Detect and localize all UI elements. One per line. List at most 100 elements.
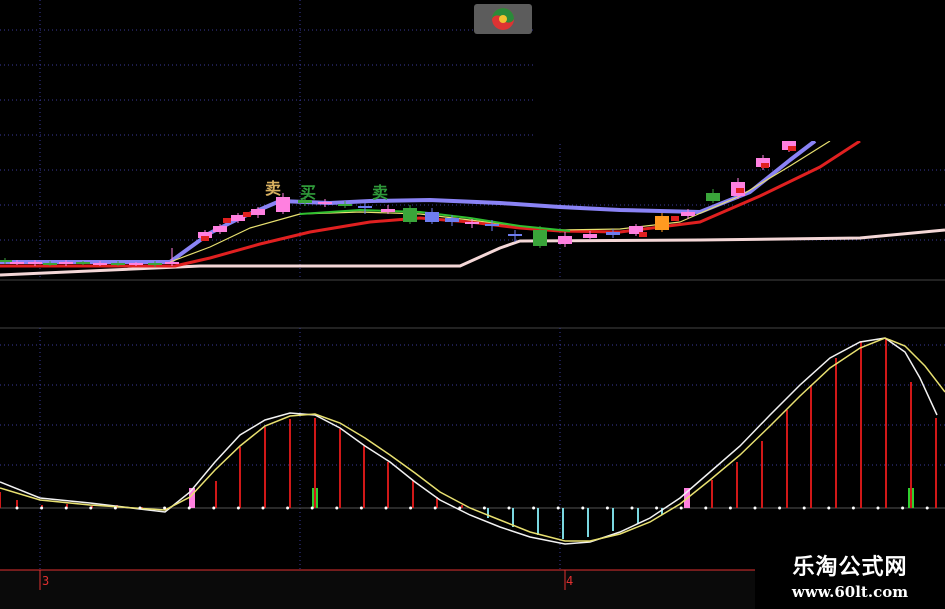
osc-bar: [786, 410, 788, 508]
candle-body: [655, 216, 669, 230]
candle-body: [338, 204, 352, 206]
price-line-red: [0, 139, 861, 268]
osc-zero-dot: [901, 506, 905, 510]
osc-zero-dot: [335, 506, 339, 510]
osc-bar: [537, 508, 539, 535]
price-line-purple: [0, 139, 817, 264]
osc-zero-dot: [89, 506, 93, 510]
signal-mark: [671, 216, 679, 221]
candle-body: [28, 262, 42, 264]
osc-bar: [289, 419, 291, 508]
osc-bar: [264, 427, 266, 508]
osc-bar: [612, 508, 614, 531]
osc-bar: [339, 429, 341, 508]
osc-zero-dot: [64, 506, 68, 510]
candle-body: [508, 234, 522, 236]
candle-body: [93, 263, 107, 265]
candle-body: [358, 206, 372, 208]
candle-body: [681, 212, 695, 216]
osc-zero-dot: [532, 506, 536, 510]
osc-zero-dot: [827, 506, 831, 510]
osc-zero-dot: [704, 506, 708, 510]
watermark-url: www.60lt.com: [791, 583, 909, 601]
osc-zero-dot: [876, 506, 880, 510]
osc-zero-dot: [851, 506, 855, 510]
osc-bar: [363, 446, 365, 508]
candle-body: [558, 236, 572, 244]
price-line-white: [0, 228, 945, 277]
osc-zero-dot: [925, 506, 929, 510]
osc-bar: [935, 418, 937, 508]
osc-zero-dot: [236, 506, 240, 510]
osc-bar: [314, 418, 316, 508]
osc-bar: [736, 462, 738, 508]
osc-zero-dot: [778, 506, 782, 510]
signal-mark: [639, 232, 647, 237]
candle-body: [231, 215, 245, 221]
osc-bar: [387, 462, 389, 508]
osc-zero-dot: [507, 506, 511, 510]
osc-zero-dot: [310, 506, 314, 510]
osc-zero-dot: [605, 506, 609, 510]
osc-bar: [412, 480, 414, 508]
price-signal-label: 卖: [372, 183, 388, 202]
watermark: 乐淘公式网 www.60lt.com: [755, 547, 945, 609]
osc-zero-dot: [113, 506, 117, 510]
osc-zero-dot: [802, 506, 806, 510]
candle-body: [76, 262, 90, 264]
signal-mark: [243, 212, 251, 217]
osc-zero-dot: [433, 506, 437, 510]
logo: [474, 4, 532, 34]
osc-zero-dot: [359, 506, 363, 510]
osc-zero-dot: [15, 506, 19, 510]
masked-area: [534, 0, 945, 141]
osc-bar: [562, 508, 564, 539]
osc-zero-dot: [630, 506, 634, 510]
osc-bar: [860, 341, 862, 508]
candle-body: [583, 234, 597, 238]
axis-mark-3: 3: [42, 574, 50, 588]
osc-zero-dot: [187, 506, 191, 510]
candle-body: [445, 218, 459, 222]
osc-bar: [487, 508, 489, 518]
osc-zero-dot: [655, 506, 659, 510]
osc-zero-dot: [286, 506, 290, 510]
osc-bar: [215, 481, 217, 508]
osc-zero-dot: [753, 506, 757, 510]
candle-body: [165, 262, 179, 264]
watermark-title: 乐淘公式网: [792, 555, 908, 580]
osc-bar: [461, 505, 463, 508]
osc-bar: [711, 480, 713, 508]
osc-line-yellow: [0, 337, 945, 542]
candle-body: [43, 263, 57, 265]
axis-mark-4: 4: [566, 574, 574, 588]
osc-zero-dot: [40, 506, 44, 510]
osc-bar: [587, 508, 589, 537]
candle-body: [318, 202, 332, 204]
candle-body: [10, 262, 24, 264]
osc-zero-dot: [458, 506, 462, 510]
candle-body: [403, 208, 417, 222]
osc-zero-dot: [482, 506, 486, 510]
candle-body: [381, 209, 395, 212]
osc-bar: [0, 492, 1, 508]
candle-body: [706, 193, 720, 201]
signal-mark: [223, 218, 231, 223]
price-signal-label: 买: [300, 183, 316, 202]
osc-zero-dot: [384, 506, 388, 510]
osc-zero-dot: [261, 506, 265, 510]
candle-body: [251, 209, 265, 215]
candle-body: [485, 224, 499, 226]
osc-line-white: [0, 337, 938, 545]
candle-body: [0, 260, 12, 262]
osc-bar: [835, 358, 837, 508]
osc-zero-dot: [728, 506, 732, 510]
signal-mark: [736, 188, 744, 193]
signal-mark: [761, 163, 769, 168]
osc-zero-dot: [581, 506, 585, 510]
osc-bar: [885, 338, 887, 508]
osc-zero-dot: [679, 506, 683, 510]
panel-gap: [0, 280, 945, 328]
price-signal-label: 卖: [265, 179, 281, 198]
osc-bar: [910, 382, 912, 508]
